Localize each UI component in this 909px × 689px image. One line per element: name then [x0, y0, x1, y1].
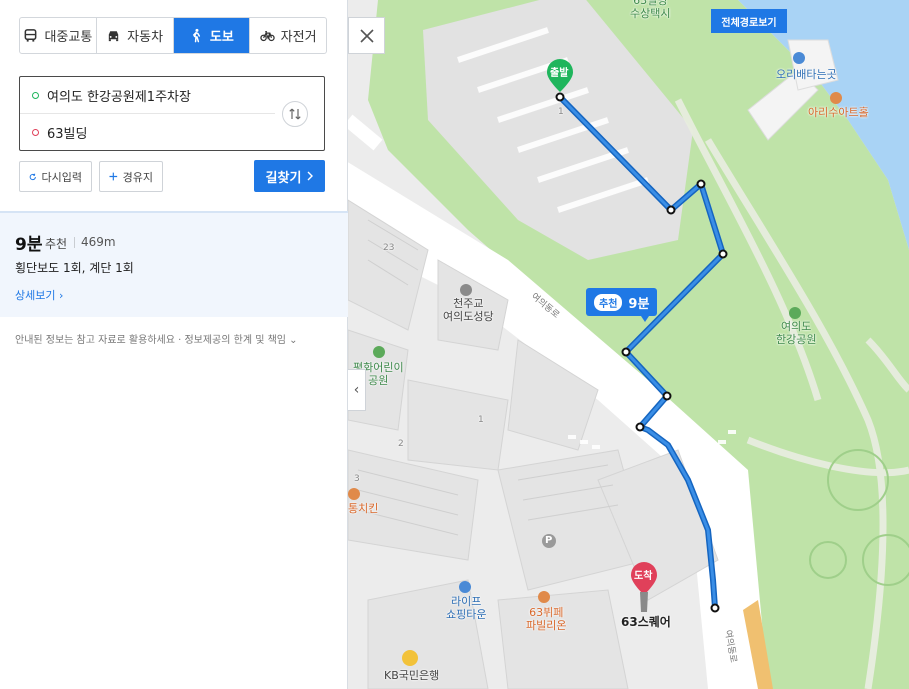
tab-walk-label: 도보 — [209, 30, 234, 45]
origin-text: 여의도 한강공원제1주차장 — [47, 89, 191, 105]
route-time: 9분 — [15, 235, 43, 255]
map-label-63-square[interactable]: 63스퀘어 — [621, 616, 671, 629]
map-number: 3 — [354, 474, 360, 484]
map-label-chicken[interactable]: 통치킨 — [348, 502, 378, 515]
disclaimer-text: 안내된 정보는 참고 자료로 활용하세요 · 정보제공의 한계 및 책임 — [15, 335, 286, 346]
route-result-card[interactable]: 9분 추천 469m 횡단보도 1회, 계단 1회 상세보기 › — [0, 211, 348, 317]
map-label-arisu-hall[interactable]: 아리수아트홀 — [808, 106, 869, 119]
full-route-label: 전체경로보기 — [721, 17, 777, 29]
map-label-water-taxi[interactable]: 63빌딩 수상택시 — [630, 0, 670, 20]
parking-icon: P — [545, 535, 553, 546]
add-waypoint-button[interactable]: 경유지 — [99, 161, 163, 192]
route-vertex — [635, 422, 645, 432]
map-number: 2 — [398, 439, 404, 449]
tab-car-label: 자동차 — [127, 30, 164, 45]
full-route-button[interactable]: 전체경로보기 — [711, 9, 787, 33]
chevron-right-icon — [307, 171, 314, 181]
route-detail: 횡단보도 1회, 계단 1회 — [15, 261, 134, 275]
find-route-button[interactable]: 길찾기 — [254, 160, 325, 192]
collapse-panel-button[interactable]: ‹ — [348, 369, 366, 411]
origin-field[interactable]: 여의도 한강공원제1주차장 — [20, 77, 275, 114]
end-marker-label[interactable]: 도착 — [634, 570, 652, 583]
route-tag-recommend: 추천 — [594, 293, 623, 311]
waypoint-label: 경유지 — [122, 170, 153, 184]
details-link[interactable]: 상세보기 › — [15, 287, 63, 303]
reset-label: 다시입력 — [41, 170, 82, 184]
details-link-label: 상세보기 — [15, 289, 56, 302]
find-route-label: 길찾기 — [265, 170, 302, 186]
plus-icon — [109, 172, 118, 181]
route-vertex — [662, 391, 672, 401]
map-number: 23 — [383, 243, 395, 253]
walk-icon — [192, 28, 200, 43]
tab-transit[interactable]: 대중교통 — [20, 18, 97, 53]
route-vertex — [666, 205, 676, 215]
destination-text: 63빌딩 — [47, 127, 88, 142]
route-input-box: 여의도 한강공원제1주차장 63빌딩 — [19, 76, 325, 151]
map-canvas — [348, 0, 909, 689]
map-label-church[interactable]: 천주교 여의도성당 — [443, 297, 494, 323]
directions-panel: 대중교통 자동차 도보 자전거 여의도 한강공원제1주차장 63빌딩 다시입력 … — [0, 0, 348, 689]
tab-bicycle[interactable]: 자전거 — [250, 18, 326, 53]
route-vertex — [555, 92, 565, 102]
reset-button[interactable]: 다시입력 — [19, 161, 92, 192]
map-label-life-shopping[interactable]: 라이프 쇼핑타운 — [446, 595, 486, 621]
route-vertex — [696, 179, 706, 189]
bus-icon — [25, 29, 37, 42]
destination-field[interactable]: 63빌딩 — [20, 114, 275, 151]
transport-mode-tabs: 대중교통 자동차 도보 자전거 — [19, 17, 327, 54]
tab-walk[interactable]: 도보 — [173, 18, 251, 53]
map-view[interactable]: 63빌딩 수상택시 오리배타는곳 아리수아트홀 천주교 여의도성당 여의도 한강… — [348, 0, 909, 689]
origin-dot-icon — [32, 91, 39, 99]
swap-route-button[interactable] — [282, 101, 308, 127]
map-number: 1 — [478, 415, 484, 425]
car-icon — [108, 31, 119, 42]
close-icon — [359, 28, 374, 43]
route-distance: 469m — [81, 235, 116, 249]
bicycle-icon — [259, 31, 275, 42]
map-label-hangang-park[interactable]: 여의도 한강공원 — [776, 320, 816, 346]
destination-dot-icon — [32, 129, 39, 136]
map-number: 1 — [558, 107, 564, 117]
building-63-icon — [640, 592, 648, 612]
map-label-63-buffet[interactable]: 63뷔페 파빌리온 — [526, 606, 566, 632]
map-label-kb-bank[interactable]: KB국민은행 — [384, 669, 439, 682]
chevron-left-icon: ‹ — [353, 382, 360, 398]
route-tag-time: 9분 — [628, 296, 650, 312]
route-time-tag[interactable]: 추천 9분 — [586, 288, 658, 322]
route-vertex — [718, 249, 728, 259]
tab-car[interactable]: 자동차 — [97, 18, 174, 53]
disclaimer-notice[interactable]: 안내된 정보는 참고 자료로 활용하세요 · 정보제공의 한계 및 책임 ⌄ — [15, 331, 298, 346]
recommend-label: 추천 — [45, 237, 68, 251]
route-vertex — [710, 603, 720, 613]
start-marker-label[interactable]: 출발 — [550, 67, 568, 80]
swap-arrows-icon — [289, 108, 301, 120]
tab-transit-label: 대중교통 — [44, 30, 93, 45]
close-button[interactable] — [348, 17, 385, 54]
tab-bicycle-label: 자전거 — [280, 30, 317, 45]
map-label-duck-boat[interactable]: 오리배타는곳 — [776, 68, 837, 81]
divider — [74, 237, 75, 248]
refresh-icon — [29, 173, 36, 180]
route-vertex — [621, 347, 631, 357]
